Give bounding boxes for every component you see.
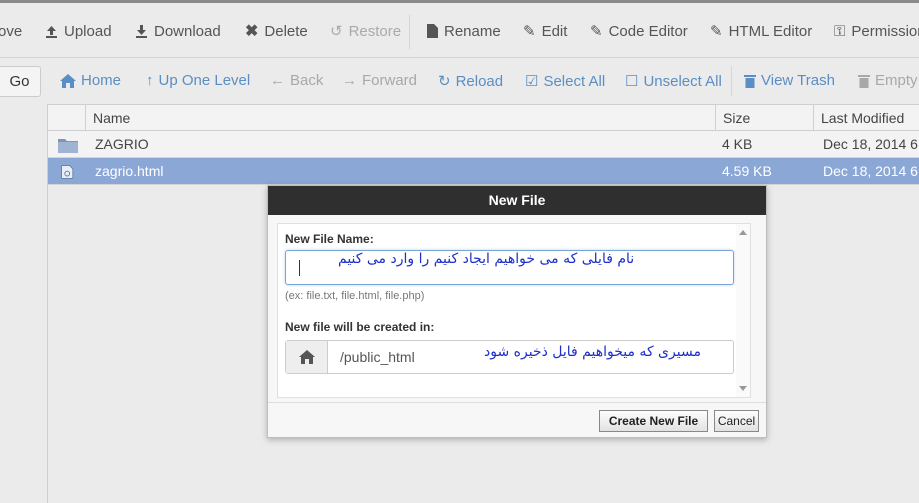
restore-icon: ↺ (330, 23, 343, 40)
home-icon (60, 73, 76, 88)
file-size: 4 KB (722, 136, 753, 152)
forward-arrow-icon: → (342, 72, 357, 89)
file-name-hint: (ex: file.txt, file.html, file.php) (285, 290, 425, 302)
forward-label: Forward (362, 72, 418, 89)
path-label: New file will be created in: (285, 320, 435, 334)
rename-label: Rename (444, 22, 501, 40)
back-button[interactable]: ← Back (270, 72, 323, 89)
key-icon: ⚿ (834, 22, 846, 40)
delete-label: Delete (264, 22, 308, 40)
view-trash-button[interactable]: View Trash (744, 72, 835, 89)
column-header-last-modified[interactable]: Last Modified (813, 105, 919, 131)
column-header-name[interactable]: Name (85, 105, 715, 131)
file-actions-toolbar: ove Upload Download ✖ Delete ↺ Restore R… (0, 3, 919, 58)
directory-tree-panel (0, 104, 48, 503)
upload-label: Upload (64, 22, 112, 40)
download-label: Download (154, 22, 221, 40)
home-label: Home (81, 72, 122, 89)
select-all-button[interactable]: ☑ Select All (525, 72, 606, 91)
reload-icon: ↻ (438, 73, 451, 90)
up-one-level-label: Up One Level (158, 72, 251, 89)
html-editor-icon: ✎ (710, 23, 723, 40)
html-editor-label: HTML Editor (728, 22, 813, 40)
path-value: /public_html (340, 349, 415, 365)
code-editor-label: Code Editor (608, 22, 688, 40)
up-one-level-button[interactable]: ↑ Up One Level (146, 72, 250, 89)
table-row[interactable]: ZAGRIO 4 KB Dec 18, 2014 6 (48, 131, 919, 158)
home-button[interactable]: Home (60, 72, 121, 89)
up-arrow-icon: ↑ (146, 72, 154, 89)
scroll-down-arrow-icon[interactable] (739, 386, 747, 391)
upload-button[interactable]: Upload (45, 21, 112, 41)
create-new-file-button[interactable]: Create New File (599, 410, 708, 432)
delete-button[interactable]: ✖ Delete (245, 21, 308, 41)
permissions-label: Permission (851, 22, 919, 40)
cancel-button[interactable]: Cancel (714, 410, 759, 432)
pencil-icon: ✎ (523, 23, 536, 40)
forward-button[interactable]: → Forward (342, 72, 417, 89)
table-header: Name Size Last Modified (48, 104, 919, 131)
checkbox-checked-icon: ☑ (525, 73, 539, 90)
download-icon (136, 24, 147, 38)
delete-icon: ✖ (245, 23, 259, 40)
nav-divider (731, 66, 732, 96)
dialog-title: New File (268, 186, 766, 215)
trash-icon (858, 74, 870, 88)
file-modified: Dec 18, 2014 6 (823, 163, 918, 179)
edit-button[interactable]: ✎ Edit (523, 21, 567, 41)
back-label: Back (290, 72, 324, 89)
unselect-all-label: Unselect All (643, 72, 722, 90)
file-name-annotation: نام فایلی که می خواهیم ایجاد کنیم را وار… (338, 251, 635, 267)
html-editor-button[interactable]: ✎ HTML Editor (710, 21, 812, 41)
path-annotation: مسیری که میخواهیم فایل ذخیره شود (484, 344, 701, 360)
rename-button[interactable]: Rename (427, 21, 501, 41)
column-header-size[interactable]: Size (715, 105, 813, 131)
toolbar-divider (409, 15, 410, 49)
rename-icon (427, 24, 438, 38)
code-editor-button[interactable]: ✎ Code Editor (590, 21, 688, 41)
code-editor-icon: ✎ (590, 23, 603, 40)
view-trash-label: View Trash (761, 72, 835, 89)
download-button[interactable]: Download (135, 21, 221, 41)
move-label: ove (0, 22, 23, 40)
move-button[interactable]: ove (0, 21, 22, 41)
upload-icon (46, 25, 57, 38)
dialog-footer: Create New File Cancel (268, 402, 766, 438)
empty-trash-label: Empty (875, 72, 918, 89)
scroll-up-arrow-icon[interactable] (739, 230, 747, 235)
home-icon (298, 350, 315, 364)
file-modified: Dec 18, 2014 6 (823, 136, 918, 152)
table-row[interactable]: zagrio.html 4.59 KB Dec 18, 2014 6 (48, 158, 919, 185)
path-home-button (286, 341, 328, 373)
file-name-label: New File Name: (285, 232, 374, 246)
file-name: zagrio.html (95, 163, 164, 179)
file-size: 4.59 KB (722, 163, 772, 179)
navigation-toolbar: Go Home ↑ Up One Level ← Back → Forward … (0, 58, 919, 104)
edit-label: Edit (541, 22, 568, 40)
empty-trash-button[interactable]: Empty (858, 72, 918, 89)
html-file-icon (61, 165, 74, 179)
reload-button[interactable]: ↻ Reload (438, 72, 504, 91)
dialog-body: New File Name: نام فایلی که می خواهیم ای… (277, 223, 751, 398)
go-button[interactable]: Go (0, 66, 41, 97)
back-arrow-icon: ← (270, 72, 285, 89)
restore-label: Restore (348, 22, 402, 40)
file-name: ZAGRIO (95, 136, 149, 152)
select-all-label: Select All (543, 72, 606, 90)
trash-icon (744, 74, 756, 88)
restore-button[interactable]: ↺ Restore (330, 21, 401, 41)
checkbox-empty-icon: ☐ (625, 73, 639, 90)
reload-label: Reload (455, 72, 504, 90)
folder-icon (58, 139, 78, 153)
text-cursor (299, 260, 300, 276)
unselect-all-button[interactable]: ☐ Unselect All (625, 72, 722, 91)
permissions-button[interactable]: ⚿ Permission (834, 21, 919, 41)
dialog-scrollbar[interactable] (736, 224, 750, 397)
new-file-dialog: New File New File Name: نام فایلی که می … (267, 185, 767, 438)
